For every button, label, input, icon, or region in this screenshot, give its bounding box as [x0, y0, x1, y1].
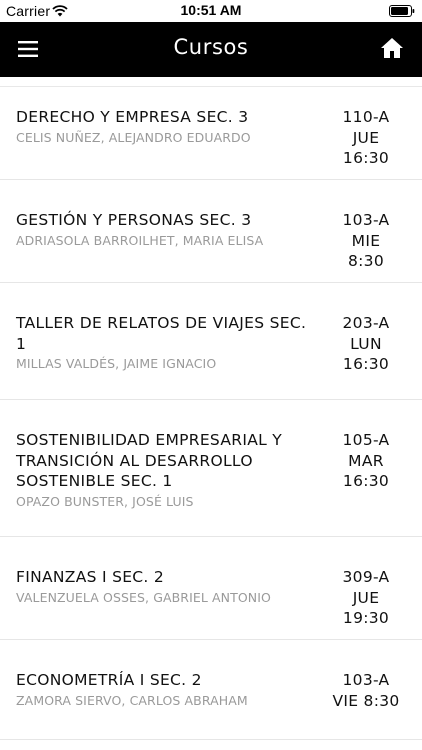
course-teacher: ADRIASOLA BARROILHET, MARIA ELISA: [16, 232, 264, 248]
clock: 10:51 AM: [180, 2, 242, 18]
course-teacher: VALENZUELA OSSES, GABRIEL ANTONIO: [16, 589, 271, 605]
course-name: SOSTENIBILIDAD EMPRESARIAL Y TRANSICIÓN …: [16, 431, 283, 490]
course-info: GESTIÓN Y PERSONAS SEC. 3 ADRIASOLA BARR…: [16, 210, 316, 249]
course-day: LUN: [350, 334, 382, 353]
course-time: 8:30: [347, 252, 384, 270]
course-time: 16:30: [342, 472, 390, 490]
course-room: 103-A: [342, 671, 390, 689]
course-time: 16:30: [342, 355, 390, 373]
course-teacher: OPAZO BUNSTER, JOSÉ LUIS: [16, 493, 194, 509]
course-room: 203-A: [342, 314, 390, 332]
course-day: JUE: [352, 128, 380, 147]
course-room: 309-A: [342, 568, 390, 586]
course-row[interactable]: GESTIÓN Y PERSONAS SEC. 3 ADRIASOLA BARR…: [0, 180, 422, 283]
course-teacher: CELIS NUÑEZ, ALEJANDRO EDUARDO: [16, 129, 251, 145]
course-schedule: 203-A LUN 16:30: [310, 313, 422, 375]
course-schedule: 110-A JUE 16:30: [310, 107, 422, 169]
course-room: 103-A: [342, 211, 390, 229]
course-name: TALLER DE RELATOS DE VIAJES SEC. 1: [16, 314, 307, 353]
course-schedule: 103-A MIE 8:30: [310, 210, 422, 272]
course-day: MAR: [348, 451, 384, 470]
course-list: DERECHO Y EMPRESA SEC. 3 CELIS NUÑEZ, AL…: [0, 77, 422, 750]
course-name: ECONOMETRÍA I SEC. 2: [16, 671, 202, 689]
course-info: SOSTENIBILIDAD EMPRESARIAL Y TRANSICIÓN …: [16, 430, 316, 510]
course-info: TALLER DE RELATOS DE VIAJES SEC. 1 MILLA…: [16, 313, 316, 372]
course-info: DERECHO Y EMPRESA SEC. 3 CELIS NUÑEZ, AL…: [16, 107, 316, 146]
course-day: VIE 8:30: [332, 691, 400, 710]
navigation-bar: Cursos: [0, 22, 422, 77]
course-name: DERECHO Y EMPRESA SEC. 3: [16, 108, 249, 126]
course-schedule: 103-A VIE 8:30: [310, 670, 422, 711]
status-bar: Carrier 10:51 AM: [0, 0, 422, 22]
home-icon[interactable]: [380, 36, 404, 60]
list-divider: [0, 77, 422, 87]
course-row[interactable]: SOSTENIBILIDAD EMPRESARIAL Y TRANSICIÓN …: [0, 400, 422, 537]
course-row[interactable]: DERECHO Y EMPRESA SEC. 3 CELIS NUÑEZ, AL…: [0, 87, 422, 180]
course-time: 16:30: [342, 149, 390, 167]
battery-icon: [389, 4, 415, 22]
course-schedule: 105-A MAR 16:30: [310, 430, 422, 492]
course-schedule: 309-A JUE 19:30: [310, 567, 422, 629]
course-row[interactable]: FINANZAS I SEC. 2 VALENZUELA OSSES, GABR…: [0, 537, 422, 640]
course-name: FINANZAS I SEC. 2: [16, 568, 165, 586]
course-teacher: MILLAS VALDÉS, JAIME IGNACIO: [16, 356, 217, 371]
course-info: ECONOMETRÍA I SEC. 2 ZAMORA SIERVO, CARL…: [16, 670, 316, 709]
course-row[interactable]: ECONOMETRÍA I SEC. 2 ZAMORA SIERVO, CARL…: [0, 640, 422, 740]
course-info: FINANZAS I SEC. 2 VALENZUELA OSSES, GABR…: [16, 567, 316, 606]
course-day: JUE: [352, 588, 380, 607]
course-room: 105-A: [342, 431, 390, 449]
course-day: MIE: [351, 231, 381, 250]
course-row[interactable]: TALLER DE RELATOS DE VIAJES SEC. 1 MILLA…: [0, 283, 422, 400]
course-room: 110-A: [342, 108, 390, 126]
course-name: GESTIÓN Y PERSONAS SEC. 3: [16, 211, 252, 229]
course-teacher: ZAMORA SIERVO, CARLOS ABRAHAM: [16, 692, 248, 708]
course-time: 19:30: [342, 609, 390, 627]
hamburger-menu-icon[interactable]: [18, 39, 38, 59]
page-title: Cursos: [173, 35, 249, 59]
